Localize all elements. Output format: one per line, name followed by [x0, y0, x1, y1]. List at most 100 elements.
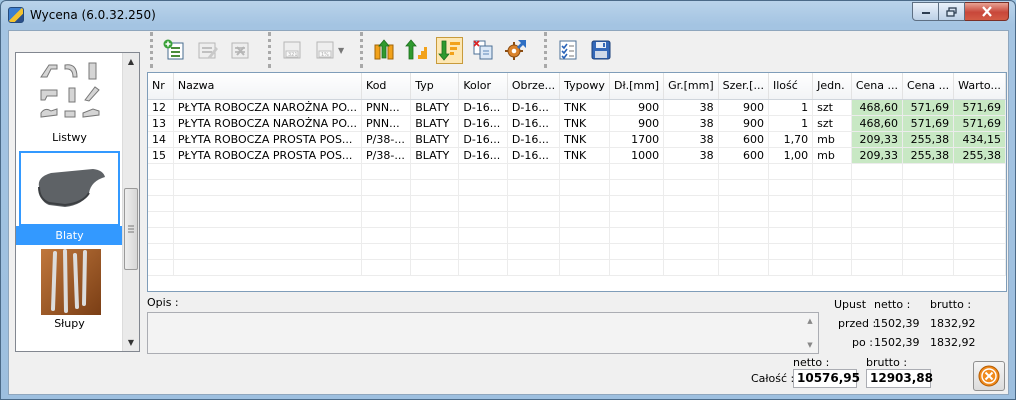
empty-cell — [361, 259, 412, 276]
opis-textarea[interactable]: ▲ ▼ — [147, 312, 819, 354]
close-button[interactable] — [965, 2, 1009, 21]
empty-cell — [718, 227, 769, 244]
items-table[interactable]: Nr Nazwa Kod Typ Kolor Obrze... Typowy Dł.[mm] G… — [147, 72, 1007, 292]
table-row[interactable]: 12 PŁYTA ROBOCZA NAROŻNA PO... PNN... BLATY… — [148, 99, 1006, 116]
scroll-up-arrow-icon[interactable]: ▲ — [802, 317, 818, 325]
column-header[interactable]: Nazwa — [173, 73, 363, 100]
column-header[interactable]: Kod — [361, 73, 412, 100]
empty-cell — [507, 259, 561, 276]
maximize-button[interactable] — [939, 2, 965, 21]
table-cell: 14 — [148, 131, 174, 148]
calosc-label: Całość : — [751, 372, 795, 385]
discount-percent-button[interactable]: 1% — [311, 37, 338, 64]
empty-cell — [410, 227, 460, 244]
svg-text:1%: 1% — [321, 52, 329, 58]
column-header[interactable]: Gr.[mm] — [663, 73, 719, 100]
opis-label: Opis : — [147, 296, 179, 309]
empty-cell — [559, 179, 610, 196]
table-cell: D-16... — [507, 99, 561, 116]
empty-cell — [718, 211, 769, 228]
table-row[interactable]: 13 PŁYTA ROBOCZA NAROŻNA PO... PNN... BLATY… — [148, 115, 1006, 132]
table-cell: 209,33 — [851, 131, 904, 148]
empty-cell — [851, 259, 904, 276]
empty-cell — [851, 163, 904, 180]
summary-netto-label: netto : — [874, 298, 911, 311]
category-blaty[interactable]: Blaty — [16, 151, 123, 247]
table-cell: D-16... — [458, 131, 508, 148]
edit-item-button[interactable] — [193, 37, 220, 64]
exit-icon — [978, 365, 1000, 387]
empty-cell — [768, 195, 814, 212]
discount-value-button[interactable]: 321 — [278, 37, 305, 64]
pillars-thumbnail-icon — [41, 249, 101, 315]
exit-button[interactable] — [973, 361, 1005, 391]
column-header[interactable]: Jedn. — [812, 73, 852, 100]
column-header[interactable]: Dł.[mm] — [609, 73, 665, 100]
empty-row — [148, 243, 1006, 260]
delete-item-button[interactable] — [226, 37, 253, 64]
column-header[interactable]: Typ — [410, 73, 460, 100]
scroll-down-arrow-icon[interactable]: ▼ — [123, 334, 139, 351]
empty-cell — [902, 163, 955, 180]
empty-cell — [148, 195, 174, 212]
category-scrollbar[interactable]: ▲ ▼ — [122, 53, 139, 351]
table-row[interactable]: 15 PŁYTA ROBOCZA PROSTA POS... P/38-... BLA… — [148, 147, 1006, 164]
column-header[interactable]: Szer.[... — [718, 73, 769, 100]
add-item-button[interactable] — [160, 37, 187, 64]
column-header[interactable]: Cena ... — [902, 73, 955, 100]
empty-cell — [361, 211, 412, 228]
table-row[interactable]: 14 PŁYTA ROBOCZA PROSTA POS... P/38-... BLA… — [148, 131, 1006, 148]
empty-cell — [458, 259, 508, 276]
table-cell: 1,00 — [768, 147, 814, 164]
empty-cell — [663, 227, 719, 244]
minimize-button[interactable] — [912, 2, 939, 21]
empty-cell — [902, 179, 955, 196]
checklist-button[interactable] — [554, 37, 581, 64]
empty-cell — [173, 211, 363, 228]
category-slupy[interactable]: Słupy — [16, 249, 123, 349]
empty-cell — [507, 195, 561, 212]
column-header[interactable]: Ilość — [768, 73, 814, 100]
column-header[interactable]: Kolor — [458, 73, 508, 100]
table-cell: 38 — [663, 147, 719, 164]
column-header[interactable]: Warto... — [953, 73, 1006, 100]
calculate-button[interactable] — [502, 37, 529, 64]
column-header[interactable]: Obrze... — [507, 73, 561, 100]
empty-cell — [851, 211, 904, 228]
column-header[interactable]: Cena ... — [851, 73, 904, 100]
scroll-down-arrow-icon[interactable]: ▼ — [802, 341, 818, 349]
table-cell: D-16... — [507, 147, 561, 164]
table-cell: mb — [812, 131, 852, 148]
sort-descending-button[interactable] — [436, 36, 463, 64]
empty-cell — [718, 195, 769, 212]
dropdown-arrow-icon[interactable]: ▼ — [338, 46, 348, 55]
table-body: 12 PŁYTA ROBOCZA NAROŻNA PO... PNN... BLATY… — [148, 99, 1006, 276]
copy-items-button[interactable] — [469, 37, 496, 64]
empty-cell — [768, 227, 814, 244]
category-listwy[interactable]: Listwy — [16, 53, 123, 153]
empty-cell — [609, 179, 665, 196]
empty-cell — [507, 227, 561, 244]
scroll-up-arrow-icon[interactable]: ▲ — [123, 53, 139, 70]
empty-cell — [458, 163, 508, 180]
empty-cell — [768, 179, 814, 196]
column-header[interactable]: Typowy — [559, 73, 610, 100]
opis-scrollbar[interactable]: ▲ ▼ — [802, 313, 818, 353]
column-header[interactable]: Nr — [148, 73, 174, 100]
toolbar-group-edit — [150, 32, 262, 68]
table-cell: szt — [812, 99, 852, 116]
scrollbar-thumb[interactable] — [124, 188, 138, 270]
table-cell: D-16... — [507, 115, 561, 132]
sort-ascending-button[interactable] — [403, 37, 430, 64]
save-button[interactable] — [587, 37, 614, 64]
empty-cell — [953, 179, 1006, 196]
empty-row — [148, 195, 1006, 212]
empty-cell — [148, 211, 174, 228]
empty-cell — [410, 259, 460, 276]
table-cell: 255,38 — [902, 131, 955, 148]
po-label: po : — [852, 336, 873, 349]
przed-netto-value: 1502,39 — [874, 317, 920, 330]
sort-group-button[interactable] — [370, 37, 397, 64]
table-cell: PŁYTA ROBOCZA NAROŻNA PO... — [173, 115, 363, 132]
table-cell: BLATY — [410, 99, 460, 116]
